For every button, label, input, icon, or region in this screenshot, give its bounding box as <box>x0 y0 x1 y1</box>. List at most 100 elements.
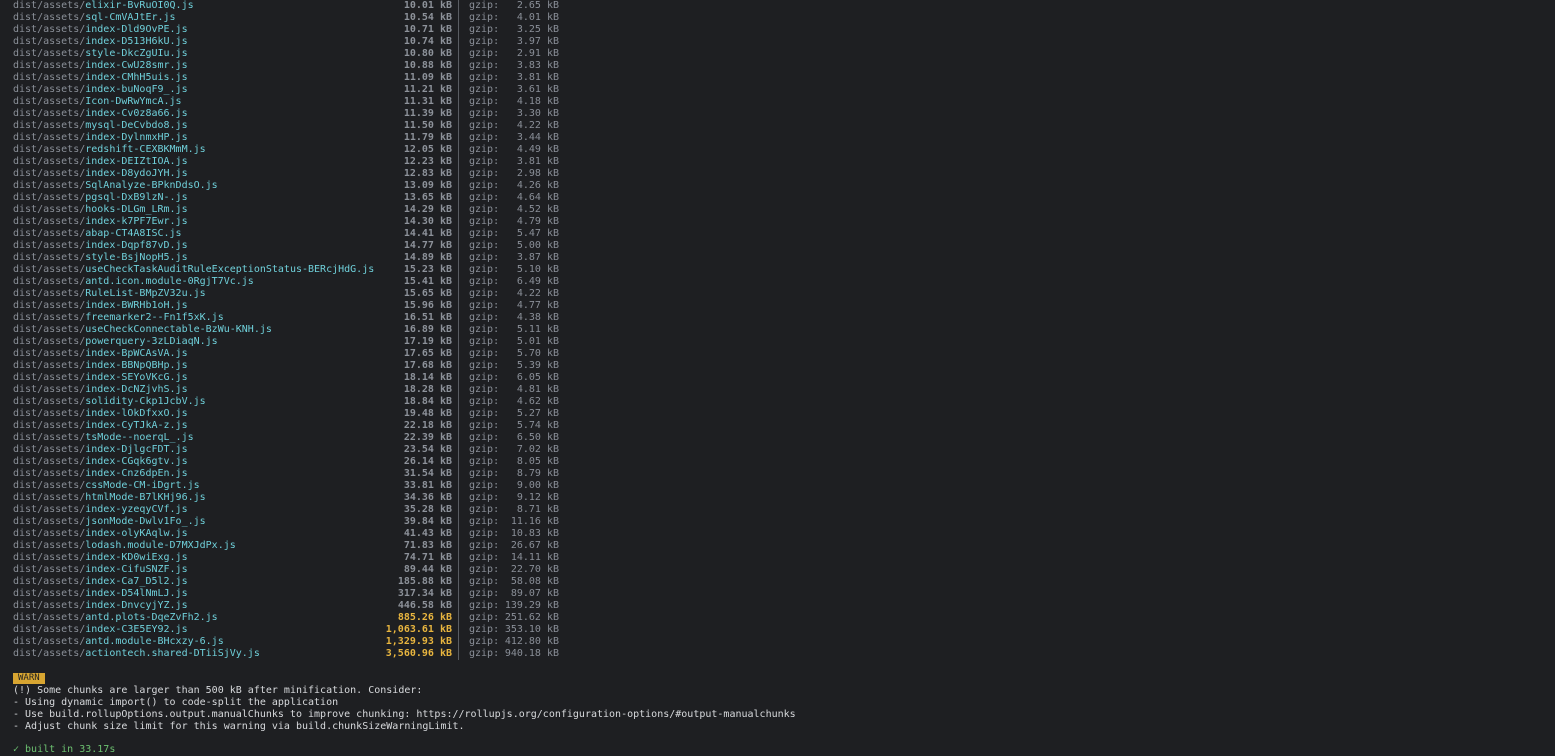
asset-dir: dist/assets/ <box>13 636 86 647</box>
gzip-size: 3.61 kB <box>516 84 559 95</box>
asset-path: dist/assets/index-Dqpf87vD.js <box>13 240 188 252</box>
asset-size: 15.65 kB <box>403 288 452 299</box>
asset-size: 15.41 kB <box>403 276 452 287</box>
asset-path: dist/assets/antd.module-BHcxzy-6.js <box>13 636 224 648</box>
asset-filename: index-Dqpf87vD.js <box>85 240 188 251</box>
build-success-message: ✓ built in 33.17s <box>13 744 116 755</box>
asset-path: dist/assets/index-Ca7_D5l2.js <box>13 576 188 588</box>
asset-size: 10.01 kB <box>403 0 452 11</box>
asset-path: dist/assets/elixir-BvRuOI0Q.js <box>13 0 194 12</box>
asset-path: dist/assets/index-DjlgcFDT.js <box>13 444 188 456</box>
asset-filename: powerquery-3zLDiaqN.js <box>85 336 218 347</box>
asset-path: dist/assets/index-CwU28smr.js <box>13 60 188 72</box>
asset-size: 14.30 kB <box>403 216 452 227</box>
asset-row: dist/assets/powerquery-3zLDiaqN.js 17.19 … <box>13 336 613 348</box>
asset-size: 18.84 kB <box>403 396 452 407</box>
asset-size: 14.77 kB <box>403 240 452 251</box>
column-separator <box>458 612 459 624</box>
asset-filename: index-Cnz6dpEn.js <box>85 468 188 479</box>
column-separator <box>458 132 459 144</box>
terminal-output: dist/assets/elixir-BvRuOI0Q.js 10.01 kB gz… <box>0 0 1555 756</box>
asset-row: dist/assets/RuleList-BMpZV32u.js 15.65 kB… <box>13 288 613 300</box>
column-separator <box>458 564 459 576</box>
asset-filename: htmlMode-B7lKHj96.js <box>85 492 206 503</box>
asset-row: dist/assets/antd.icon.module-0RgjT7Vc.js… <box>13 276 613 288</box>
asset-filename: tsMode--noerqL_.js <box>85 432 194 443</box>
asset-path: dist/assets/index-CyTJkA-z.js <box>13 420 188 432</box>
asset-filename: Icon-DwRwYmcA.js <box>85 96 182 107</box>
asset-row: dist/assets/useCheckConnectable-BzWu-KNH… <box>13 324 613 336</box>
asset-dir: dist/assets/ <box>13 600 86 611</box>
asset-row: dist/assets/mysql-DeCvbdo8.js 11.50 kB gzi… <box>13 120 613 132</box>
asset-filename: index-olyKAqlw.js <box>85 528 188 539</box>
column-separator <box>458 264 459 276</box>
asset-size: 22.39 kB <box>403 432 452 443</box>
asset-size: 22.18 kB <box>403 420 452 431</box>
asset-dir: dist/assets/ <box>13 156 86 167</box>
column-separator <box>458 120 459 132</box>
column-separator <box>458 504 459 516</box>
asset-row: dist/assets/pgsql-DxB9lzN-.js 13.65 kB gzi… <box>13 192 613 204</box>
asset-path: dist/assets/solidity-Ckp1JcbV.js <box>13 396 206 408</box>
asset-size: 10.71 kB <box>403 24 452 35</box>
gzip-size: 5.10 kB <box>516 264 559 275</box>
asset-dir: dist/assets/ <box>13 288 86 299</box>
asset-dir: dist/assets/ <box>13 576 86 587</box>
asset-dir: dist/assets/ <box>13 456 86 467</box>
gzip-size: 89.07 kB <box>510 588 559 599</box>
asset-dir: dist/assets/ <box>13 144 86 155</box>
column-separator <box>458 444 459 456</box>
asset-path: dist/assets/index-BpWCAsVA.js <box>13 348 188 360</box>
asset-dir: dist/assets/ <box>13 252 86 263</box>
asset-filename: index-D54lNmLJ.js <box>85 588 188 599</box>
asset-row: dist/assets/index-buNoqF9_.js 11.21 kB gzi… <box>13 84 613 96</box>
column-separator <box>458 372 459 384</box>
asset-dir: dist/assets/ <box>13 516 86 527</box>
asset-path: dist/assets/index-DylnmxHP.js <box>13 132 188 144</box>
asset-filename: pgsql-DxB9lzN-.js <box>85 192 188 203</box>
asset-row: dist/assets/antd.plots-DqeZvFh2.js 885.26… <box>13 612 613 624</box>
asset-size: 14.41 kB <box>403 228 452 239</box>
column-separator <box>458 180 459 192</box>
asset-filename: jsonMode-Dwlv1Fo_.js <box>85 516 206 527</box>
asset-path: dist/assets/redshift-CEXBKMmM.js <box>13 144 206 156</box>
asset-row: dist/assets/index-CwU28smr.js 10.88 kB gzi… <box>13 60 613 72</box>
asset-dir: dist/assets/ <box>13 300 86 311</box>
column-separator <box>458 96 459 108</box>
asset-dir: dist/assets/ <box>13 264 86 275</box>
gzip-size: 9.12 kB <box>516 492 559 503</box>
asset-size: 11.21 kB <box>403 84 452 95</box>
asset-dir: dist/assets/ <box>13 384 86 395</box>
asset-size: 11.79 kB <box>403 132 452 143</box>
asset-row: dist/assets/style-DkcZgUIu.js 10.80 kB gzi… <box>13 48 613 60</box>
asset-row: dist/assets/sql-CmVAJtEr.js 10.54 kB gzip:… <box>13 12 613 24</box>
column-separator <box>458 468 459 480</box>
gzip-size: 3.83 kB <box>516 60 559 71</box>
column-separator <box>458 108 459 120</box>
asset-filename: index-CwU28smr.js <box>85 60 188 71</box>
gzip-size: 4.64 kB <box>516 192 559 203</box>
gzip-size: 3.81 kB <box>516 72 559 83</box>
column-separator <box>458 216 459 228</box>
asset-dir: dist/assets/ <box>13 228 86 239</box>
asset-path: dist/assets/index-Cnz6dpEn.js <box>13 468 188 480</box>
asset-dir: dist/assets/ <box>13 336 86 347</box>
asset-dir: dist/assets/ <box>13 96 86 107</box>
asset-dir: dist/assets/ <box>13 480 86 491</box>
asset-size: 15.96 kB <box>403 300 452 311</box>
gzip-size: 8.05 kB <box>516 456 559 467</box>
asset-size: 1,063.61 kB <box>385 624 452 635</box>
asset-row: dist/assets/index-Ca7_D5l2.js 185.88 kB gz… <box>13 576 613 588</box>
column-separator <box>458 252 459 264</box>
gzip-size: 4.38 kB <box>516 312 559 323</box>
asset-size: 3,560.96 kB <box>385 648 452 659</box>
gzip-size: 412.80 kB <box>504 636 559 647</box>
asset-filename: index-CyTJkA-z.js <box>85 420 188 431</box>
gzip-size: 5.74 kB <box>516 420 559 431</box>
asset-row: dist/assets/abap-CT4A8ISC.js 14.41 kB gzip… <box>13 228 613 240</box>
asset-dir: dist/assets/ <box>13 216 86 227</box>
gzip-size: 4.62 kB <box>516 396 559 407</box>
asset-filename: style-DkcZgUIu.js <box>85 48 188 59</box>
asset-dir: dist/assets/ <box>13 120 86 131</box>
asset-dir: dist/assets/ <box>13 132 86 143</box>
